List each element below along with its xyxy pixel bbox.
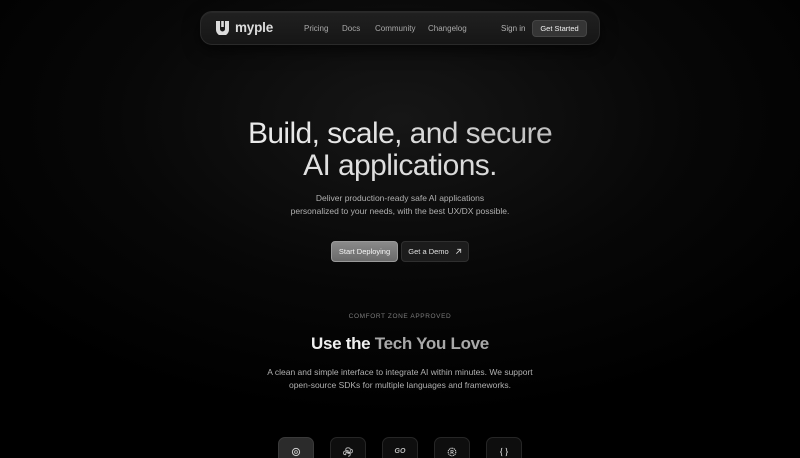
- tech-openai-button[interactable]: [278, 437, 314, 458]
- section-title-part-1: Use the: [311, 334, 371, 353]
- section-title-part-2: Tech You Love: [374, 334, 489, 353]
- hero-title: Build, scale, and secure AI applications…: [0, 118, 800, 182]
- nav-link-changelog[interactable]: Changelog: [428, 24, 467, 33]
- section-subtitle-line-2: open-source SDKs for multiple languages …: [288, 380, 512, 390]
- top-navbar: myple Pricing Docs Community Changelog S…: [200, 11, 600, 45]
- section-subtitle: A clean and simple interface to integrat…: [0, 366, 800, 392]
- tech-json-button[interactable]: [486, 437, 522, 458]
- json-braces-icon: [500, 447, 508, 457]
- go-icon: GO: [394, 448, 406, 455]
- start-deploying-button[interactable]: Start Deploying: [331, 241, 398, 262]
- tech-rust-button[interactable]: R: [434, 437, 470, 458]
- sign-in-link[interactable]: Sign in: [501, 24, 525, 33]
- rust-icon: R: [447, 447, 457, 457]
- openai-icon: [291, 447, 301, 457]
- section-title: Use the Tech You Love: [0, 334, 800, 354]
- nav-link-pricing[interactable]: Pricing: [304, 24, 328, 33]
- hero-subtitle-line-1: Deliver production-ready safe AI applica…: [315, 193, 485, 203]
- tech-python-button[interactable]: [330, 437, 366, 458]
- svg-text:R: R: [450, 450, 454, 456]
- hero-subtitle-line-2: personalized to your needs, with the bes…: [290, 206, 510, 216]
- python-icon: [343, 447, 353, 457]
- arrow-up-right-icon: [455, 248, 461, 254]
- section-subtitle-line-1: A clean and simple interface to integrat…: [267, 367, 533, 377]
- brand-logo-icon: [216, 21, 229, 35]
- brand-name: myple: [235, 19, 274, 35]
- tech-go-button[interactable]: GO: [382, 437, 418, 458]
- hero-title-line-1: Build, scale, and secure: [0, 118, 800, 150]
- get-a-demo-label: Get a Demo: [408, 247, 449, 256]
- hero-subtitle: Deliver production-ready safe AI applica…: [0, 192, 800, 218]
- nav-link-community[interactable]: Community: [375, 24, 415, 33]
- nav-link-docs[interactable]: Docs: [342, 24, 360, 33]
- section-eyebrow: COMFORT ZONE APPROVED: [348, 313, 452, 320]
- brand-logo[interactable]: myple: [215, 19, 273, 35]
- get-a-demo-button[interactable]: Get a Demo: [401, 241, 469, 262]
- hero-title-line-2: AI applications.: [0, 150, 800, 182]
- get-started-button[interactable]: Get Started: [532, 20, 587, 37]
